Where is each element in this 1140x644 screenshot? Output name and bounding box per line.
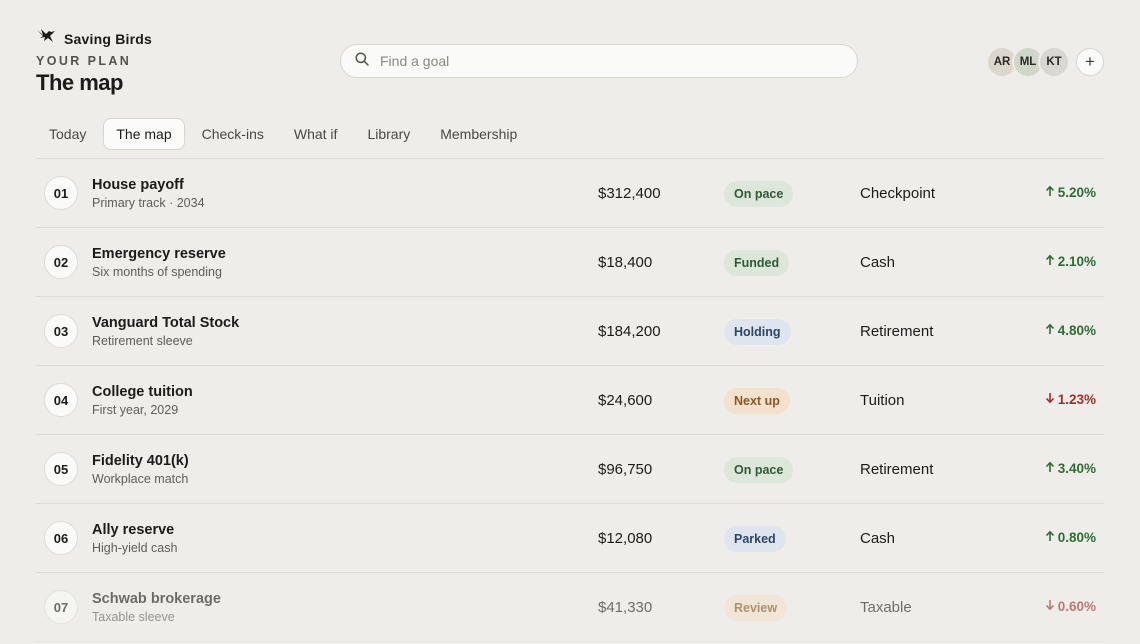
goal-amount: $24,600 (598, 392, 653, 409)
brand-name: Saving Birds (64, 30, 152, 47)
goal-subtitle: High-yield cash (92, 541, 178, 555)
arrow-up-icon (1045, 461, 1055, 476)
tab-today[interactable]: Today (36, 118, 99, 150)
status-badge: On pace (724, 457, 794, 483)
brand[interactable]: Saving Birds (36, 28, 152, 49)
avatar[interactable]: KT (1038, 46, 1070, 78)
table-row[interactable]: 02 Emergency reserve Six months of spendin… (36, 228, 1104, 297)
arrow-down-icon (1045, 599, 1055, 614)
search-icon (355, 51, 369, 71)
goal-name[interactable]: Vanguard Total Stock (92, 315, 239, 331)
goal-amount: $312,400 (598, 185, 661, 202)
arrow-down-icon (1045, 392, 1055, 407)
goal-subtitle: Workplace match (92, 472, 189, 486)
status-badge: Next up (724, 388, 790, 414)
status-badge: Holding (724, 319, 791, 345)
page-title: The map (36, 70, 123, 95)
goal-number: 05 (44, 452, 78, 486)
table-row[interactable]: 06 Ally reserve High-yield cash $12,080 Park… (36, 504, 1104, 573)
status-badge: Funded (724, 250, 790, 276)
goal-category: Cash (860, 530, 896, 547)
goal-amount: $96,750 (598, 461, 653, 478)
change-indicator: 3.40% (1045, 461, 1096, 476)
tab-membership[interactable]: Membership (427, 118, 530, 150)
change-value: 1.23% (1057, 392, 1096, 407)
collaborator-avatars: AR ML KT (986, 46, 1070, 78)
goal-number: 03 (44, 314, 78, 348)
table-row[interactable]: 03 Vanguard Total Stock Retirement sleeve $… (36, 297, 1104, 366)
goal-number: 06 (44, 521, 78, 555)
goal-name[interactable]: Emergency reserve (92, 246, 226, 262)
goal-name[interactable]: Ally reserve (92, 522, 174, 538)
arrow-up-icon (1045, 185, 1055, 200)
goal-category: Retirement (860, 461, 934, 478)
goals-list: 01 House payoff Primary track · 2034 $312,4… (36, 158, 1104, 642)
goal-number: 07 (44, 590, 78, 624)
goal-subtitle: Retirement sleeve (92, 334, 193, 348)
table-row[interactable]: 01 House payoff Primary track · 2034 $312,4… (36, 159, 1104, 228)
table-row[interactable]: 04 College tuition First year, 2029 $24,600… (36, 366, 1104, 435)
tab-the-map[interactable]: The map (103, 118, 185, 150)
goal-category: Taxable (860, 599, 912, 616)
tab-what-if[interactable]: What if (281, 118, 351, 150)
table-row[interactable]: 07 Schwab brokerage Taxable sleeve $41,330 R… (36, 573, 1104, 642)
search-input[interactable] (378, 52, 822, 70)
change-indicator: 2.10% (1045, 254, 1096, 269)
goal-category: Cash (860, 254, 896, 271)
change-value: 0.80% (1057, 530, 1096, 545)
goal-subtitle: Six months of spending (92, 265, 222, 279)
goal-amount: $18,400 (598, 254, 653, 271)
change-indicator: 4.80% (1045, 323, 1096, 338)
goal-amount: $41,330 (598, 599, 653, 616)
change-value: 0.60% (1057, 599, 1096, 614)
bird-logo-icon (36, 28, 56, 49)
change-value: 5.20% (1057, 185, 1096, 200)
arrow-up-icon (1045, 530, 1055, 545)
change-indicator: 0.80% (1045, 530, 1096, 545)
status-badge: Review (724, 595, 788, 621)
goal-name[interactable]: House payoff (92, 177, 184, 193)
change-indicator: 1.23% (1045, 392, 1096, 407)
status-badge: On pace (724, 181, 794, 207)
page-eyebrow: YOUR PLAN (36, 54, 132, 68)
arrow-up-icon (1045, 254, 1055, 269)
goal-category: Retirement (860, 323, 934, 340)
table-row[interactable]: 05 Fidelity 401(k) Workplace match $96,750 O… (36, 435, 1104, 504)
change-value: 3.40% (1057, 461, 1096, 476)
add-collaborator-button[interactable]: + (1076, 48, 1104, 76)
tab-library[interactable]: Library (354, 118, 423, 150)
search-box[interactable] (340, 44, 858, 78)
change-value: 4.80% (1057, 323, 1096, 338)
arrow-up-icon (1045, 323, 1055, 338)
goal-subtitle: Primary track · 2034 (92, 196, 205, 210)
goal-name[interactable]: Schwab brokerage (92, 591, 221, 607)
goal-category: Tuition (860, 392, 905, 409)
change-value: 2.10% (1057, 254, 1096, 269)
goal-name[interactable]: Fidelity 401(k) (92, 453, 189, 469)
goal-number: 04 (44, 383, 78, 417)
goal-subtitle: Taxable sleeve (92, 610, 175, 624)
tab-check-ins[interactable]: Check-ins (189, 118, 277, 150)
goal-amount: $12,080 (598, 530, 653, 547)
status-badge: Parked (724, 526, 786, 552)
tab-bar: Today The map Check-ins What if Library Membe… (36, 118, 530, 150)
change-indicator: 5.20% (1045, 185, 1096, 200)
goal-category: Checkpoint (860, 185, 936, 202)
change-indicator: 0.60% (1045, 599, 1096, 614)
goal-name[interactable]: College tuition (92, 384, 193, 400)
goal-number: 01 (44, 176, 78, 210)
goal-amount: $184,200 (598, 323, 661, 340)
goal-number: 02 (44, 245, 78, 279)
goal-subtitle: First year, 2029 (92, 403, 179, 417)
